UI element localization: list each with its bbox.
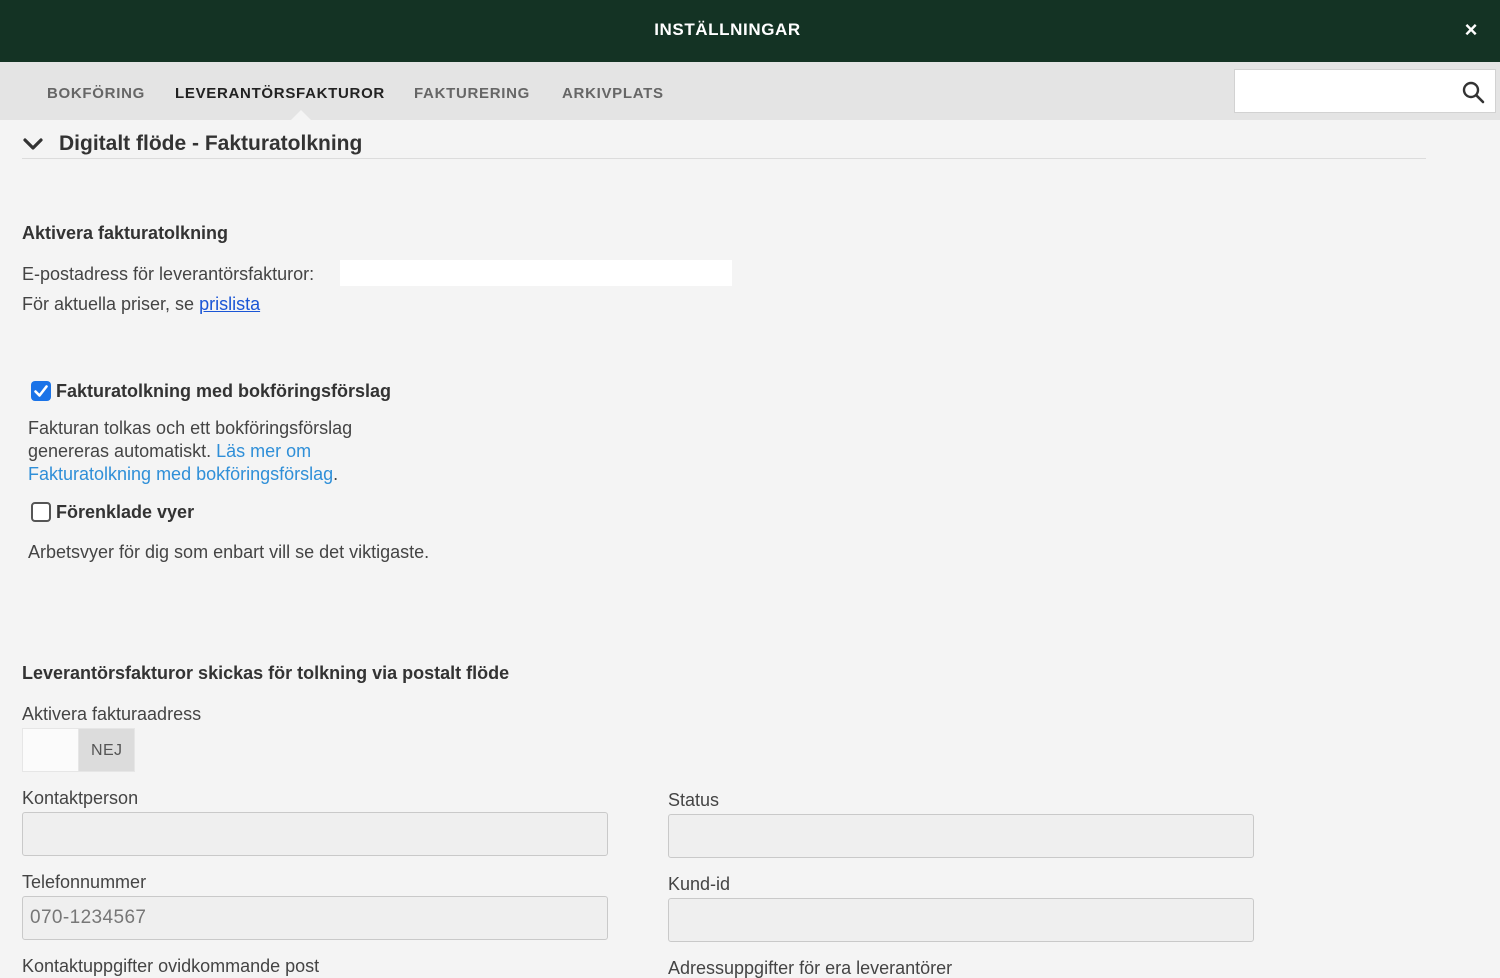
supplier-address-label: Adressuppgifter för era leverantörer (668, 958, 953, 978)
simplified-views-description: Arbetsvyer för dig som enbart vill se de… (28, 542, 430, 562)
close-icon[interactable]: × (1460, 19, 1482, 41)
read-more-link-continued[interactable]: Fakturatolkning med bokföringsförslag (28, 464, 333, 484)
phone-field (22, 896, 608, 940)
status-label: Status (668, 790, 720, 810)
customer-id-label: Kund-id (668, 874, 731, 894)
search-icon[interactable] (1461, 80, 1485, 104)
prices-text: För aktuella priser, se prislista (22, 294, 260, 315)
contact-person-label: Kontaktperson (22, 788, 139, 808)
customer-id-input[interactable] (669, 899, 1253, 941)
section-header[interactable]: Digitalt flöde - Fakturatolkning (22, 130, 1426, 159)
interpretation-desc-line3: Fakturatolkning med bokföringsförslag. (28, 463, 352, 486)
simplified-views-checkbox[interactable] (31, 502, 51, 522)
interpretation-desc-text: genereras automatiskt. (28, 441, 217, 461)
tab-fakturering[interactable]: FAKTURERING (414, 85, 530, 102)
postal-heading: Leverantörsfakturor skickas för tolkning… (22, 663, 510, 683)
tab-bokforing[interactable]: BOKFÖRING (47, 85, 145, 102)
phone-input[interactable] (23, 897, 607, 939)
contact-person-input[interactable] (23, 813, 607, 855)
email-label: E-postadress för leverantörsfakturor: (22, 264, 315, 284)
read-more-link[interactable]: Läs mer om (216, 441, 311, 461)
interpretation-desc-line2: genereras automatiskt. Läs mer om (28, 440, 352, 463)
tab-leverantorsfakturor[interactable]: LEVERANTÖRSFAKTUROR (175, 85, 385, 102)
interpretation-checkbox[interactable] (31, 381, 51, 401)
section-title: Digitalt flöde - Fakturatolkning (59, 132, 363, 155)
search-input[interactable] (1243, 78, 1453, 104)
phone-label: Telefonnummer (22, 872, 147, 892)
activate-heading: Aktivera fakturatolkning (22, 223, 229, 243)
price-list-link[interactable]: prislista (199, 294, 260, 314)
invoice-address-toggle[interactable]: NEJ (22, 728, 135, 772)
email-value (340, 260, 732, 286)
contact-person-field (22, 812, 608, 856)
unknown-mail-label: Kontaktuppgifter ovidkommande post (22, 956, 320, 976)
interpretation-desc-line1: Fakturan tolkas och ett bokföringsförsla… (28, 418, 353, 438)
title-bar: INSTÄLLNINGAR × (0, 0, 1500, 62)
toggle-knob[interactable] (23, 729, 79, 771)
status-input[interactable] (669, 815, 1253, 857)
tab-arkivplats[interactable]: ARKIVPLATS (562, 85, 664, 102)
interpretation-desc-suffix: . (333, 464, 339, 484)
interpretation-description: Fakturan tolkas och ett bokföringsförsla… (28, 417, 352, 486)
tab-bar: BOKFÖRING LEVERANTÖRSFAKTUROR FAKTURERIN… (0, 62, 1500, 120)
search-box (1234, 69, 1496, 113)
customer-id-field (668, 898, 1254, 942)
status-field (668, 814, 1254, 858)
chevron-down-icon[interactable] (22, 135, 44, 153)
prices-prefix: För aktuella priser, se (22, 294, 200, 314)
window-title: INSTÄLLNINGAR (654, 20, 801, 39)
checkmark-icon (34, 385, 48, 397)
toggle-value: NEJ (91, 742, 123, 759)
toggle-label: Aktivera fakturaadress (22, 704, 202, 724)
simplified-views-label[interactable]: Förenklade vyer (56, 502, 194, 523)
active-tab-indicator (291, 110, 311, 120)
interpretation-label[interactable]: Fakturatolkning med bokföringsförslag (56, 381, 391, 402)
